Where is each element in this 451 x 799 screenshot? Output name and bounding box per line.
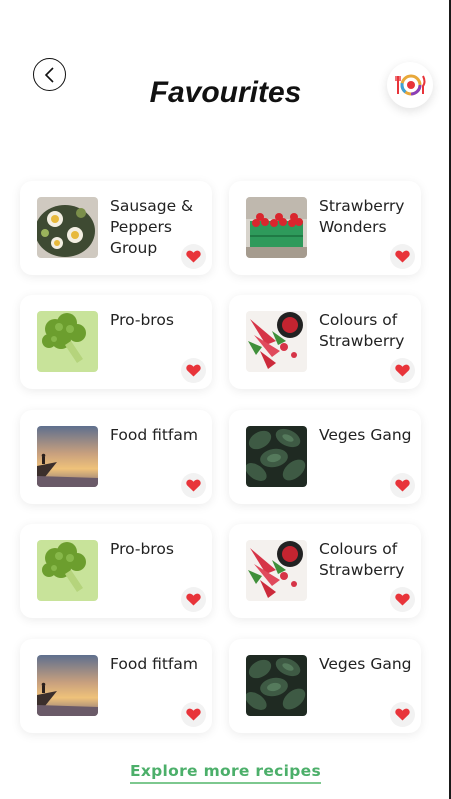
favourite-card[interactable]: Sausage & Peppers Group: [20, 181, 212, 275]
green-leaves-image: [246, 426, 307, 487]
favourite-card-label: Food fitfam: [110, 426, 198, 444]
page-title: Favourites: [149, 76, 302, 109]
heart-icon[interactable]: [390, 473, 415, 498]
heart-icon[interactable]: [390, 244, 415, 269]
sunset-hiker-image: [37, 426, 98, 487]
favourite-card-label: Colours of Strawberry: [319, 540, 405, 579]
heart-icon[interactable]: [390, 702, 415, 727]
favourite-card-label: Food fitfam: [110, 655, 198, 673]
explore-link-container: Explore more recipes: [0, 762, 451, 784]
favourite-card-label: Veges Gang: [319, 426, 412, 444]
broccoli-image: [37, 311, 98, 372]
heart-icon[interactable]: [181, 473, 206, 498]
broccoli-image: [37, 540, 98, 601]
favourite-card[interactable]: Veges Gang: [229, 410, 421, 504]
favourite-card[interactable]: Colours of Strawberry: [229, 295, 421, 389]
favourite-card[interactable]: Colours of Strawberry: [229, 524, 421, 618]
favourite-card-label: Colours of Strawberry: [319, 311, 405, 350]
favourite-card-label: Strawberry Wonders: [319, 197, 405, 236]
explore-more-recipes-link[interactable]: Explore more recipes: [129, 762, 322, 784]
favourite-card[interactable]: Strawberry Wonders: [229, 181, 421, 275]
food-bowl-image: [37, 197, 98, 258]
strawberry-market-image: [246, 197, 307, 258]
sunset-hiker-image: [37, 655, 98, 716]
strawberry-bowl-image: [246, 540, 307, 601]
favourite-card-label: Pro-bros: [110, 540, 174, 558]
favourite-card[interactable]: Food fitfam: [20, 639, 212, 733]
heart-icon[interactable]: [181, 587, 206, 612]
favourite-card[interactable]: Pro-bros: [20, 295, 212, 389]
favourite-card[interactable]: Veges Gang: [229, 639, 421, 733]
heart-icon[interactable]: [390, 587, 415, 612]
favourite-card[interactable]: Pro-bros: [20, 524, 212, 618]
heart-icon[interactable]: [390, 358, 415, 383]
heart-icon[interactable]: [181, 702, 206, 727]
heart-icon[interactable]: [181, 244, 206, 269]
favourite-card-label: Pro-bros: [110, 311, 174, 329]
favourite-card[interactable]: Food fitfam: [20, 410, 212, 504]
green-leaves-image: [246, 655, 307, 716]
fork-knife-plate-icon: [395, 74, 426, 96]
favourite-card-label: Veges Gang: [319, 655, 412, 673]
strawberry-bowl-image: [246, 311, 307, 372]
heart-icon[interactable]: [181, 358, 206, 383]
app-logo[interactable]: [387, 62, 433, 108]
